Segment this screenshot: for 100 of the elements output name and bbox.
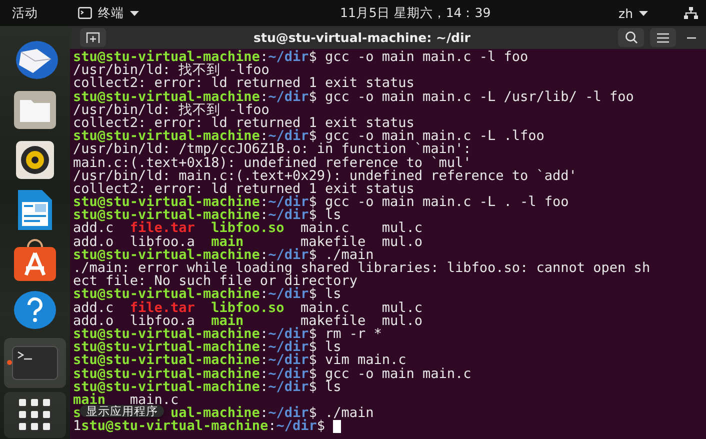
file-name: file.tar — [130, 222, 195, 236]
file-name: main — [211, 236, 244, 249]
prompt-path: ~/dir — [268, 407, 309, 420]
clock[interactable]: 11月5日 星期六，14：39 — [340, 4, 491, 22]
prompt-user: stu@stu-virtual-machine — [73, 90, 260, 104]
running-dot — [7, 360, 12, 365]
prompt-sign: $ — [308, 368, 317, 381]
prompt-path: ~/dir — [268, 380, 309, 394]
prompt-user: stu@stu-virtual-machine — [73, 328, 260, 342]
app-menu[interactable]: 终端 — [74, 4, 143, 22]
file-name: mul.c — [382, 222, 422, 236]
command-text: ./main — [324, 248, 374, 262]
caret-icon — [130, 10, 139, 16]
prompt-user: stu@stu-virtual-machine — [73, 380, 260, 394]
file-name: makefile — [300, 236, 366, 249]
show-apps-button[interactable] — [4, 392, 66, 438]
prompt-separator: : — [268, 420, 276, 434]
prompt-sign: $ — [308, 354, 317, 368]
prompt-path: ~/dir — [268, 196, 309, 210]
terminal-output: collect2: error: ld returned 1 exit status — [73, 116, 414, 130]
prompt-user: stu@stu-virtual-machine — [73, 51, 260, 64]
menu-icon — [657, 32, 669, 42]
prompt-path: ~/dir — [268, 51, 309, 64]
prompt-sign: $ — [308, 90, 317, 104]
command-text: ls — [324, 209, 342, 222]
menu-button[interactable] — [650, 28, 676, 47]
terminal-area[interactable] — [70, 49, 706, 439]
file-name: libfoo.so — [211, 222, 284, 236]
terminal-output: ./main: error while loading shared libraries: libfoo.so: cannot open sh — [73, 262, 650, 276]
command-text: gcc -o main main.c -L . -l foo — [324, 196, 569, 210]
prompt-sign: $ — [308, 288, 317, 302]
prompt-user: ual-machine — [170, 407, 260, 420]
command-text: gcc -o main main.c -l foo — [324, 51, 528, 64]
document-icon — [17, 189, 53, 231]
file-name: libfoo.a — [130, 236, 195, 249]
input-method-menu[interactable]: zh — [614, 6, 652, 20]
prompt-sign: $ — [308, 130, 317, 144]
search-button[interactable] — [618, 28, 644, 47]
prompt-user: stu@stu-virtual-machine — [73, 341, 260, 354]
prompt-separator: : — [260, 341, 268, 354]
prompt-separator: : — [260, 196, 268, 210]
command-text: gcc -o main main.c — [324, 368, 472, 381]
terminal-output: /usr/bin/ld: 找不到 -lfoo — [73, 64, 270, 78]
command-text: rm -r * — [324, 328, 382, 342]
file-name: main — [211, 314, 244, 328]
prompt-separator: : — [260, 328, 268, 342]
file-name: main.c — [300, 222, 350, 236]
prompt-user: stu@stu-virtual-machine — [73, 209, 260, 222]
network-icon[interactable] — [684, 7, 698, 19]
terminal-output: main.c:(.text+0x18): undefined reference to `mul' — [73, 156, 472, 170]
command-text: gcc -o main main.c -L /usr/lib/ -l foo — [324, 90, 634, 104]
speaker-icon — [15, 140, 55, 180]
prompt-sign: $ — [308, 51, 317, 64]
prompt-path: ~/dir — [268, 341, 309, 354]
prompt-user: s — [73, 407, 82, 420]
window-title: stu@stu-virtual-machine: ~/dir — [252, 30, 472, 45]
minimize-icon — [686, 36, 696, 38]
terminal-output: /usr/bin/ld: 找不到 -lfoo — [73, 104, 270, 117]
file-name: file.tar — [130, 302, 195, 315]
file-name: mul.o — [382, 314, 422, 328]
terminal-output: ect file: No such file or directory — [73, 275, 358, 288]
terminal-icon — [12, 346, 58, 380]
prompt-path: ~/dir — [268, 354, 309, 368]
activities-button[interactable]: 活动 — [12, 4, 38, 22]
new-tab-button[interactable] — [80, 28, 106, 47]
prompt-sign: $ — [308, 248, 317, 262]
prompt-sign: $ — [308, 380, 317, 394]
prompt-separator: : — [260, 90, 268, 104]
tooltip: 显示应用程序 — [80, 405, 164, 417]
command-text: gcc -o main main.c -L .lfoo — [324, 130, 544, 144]
prompt-separator: : — [260, 354, 268, 368]
prompt-path: ~/dir — [276, 420, 317, 434]
command-text: ls — [324, 288, 342, 302]
search-icon — [624, 31, 638, 44]
prompt-separator: : — [260, 380, 268, 394]
prompt-separator: : — [260, 51, 268, 64]
prompt-user: stu@stu-virtual-machine — [73, 288, 260, 302]
prompt-path: ~/dir — [268, 130, 309, 144]
command-text: ls — [324, 341, 342, 354]
prompt-sign: $ — [308, 341, 317, 354]
terminal-output: /usr/bin/ld: /tmp/ccJO6Z1B.o: in function `main': — [73, 143, 472, 156]
prompt-separator: : — [260, 407, 268, 420]
prompt-path: ~/dir — [268, 328, 309, 342]
command-text: vim main.c — [324, 354, 406, 368]
prompt-path: ~/dir — [268, 368, 309, 381]
prompt-sign: $ — [316, 420, 325, 434]
new-tab-icon — [86, 32, 100, 43]
terminal-output: /usr/bin/ld: main.c:(.text+0x29): undefined reference to `add' — [73, 170, 577, 183]
file-name: mul.c — [382, 302, 422, 315]
file-name: main — [73, 394, 106, 408]
prompt-sign: $ — [308, 407, 317, 420]
shopping-bag-icon — [13, 238, 57, 282]
prompt-separator: : — [260, 248, 268, 262]
prompt-separator: : — [260, 209, 268, 222]
terminal-output: 1 — [73, 420, 82, 434]
terminal-icon — [78, 7, 92, 19]
file-name: libfoo.so — [211, 302, 286, 315]
prompt-user: stu@stu-virtual-machine — [73, 368, 260, 381]
prompt-user: stu@stu-virtual-machine — [73, 354, 260, 368]
prompt-path: ~/dir — [268, 90, 309, 104]
